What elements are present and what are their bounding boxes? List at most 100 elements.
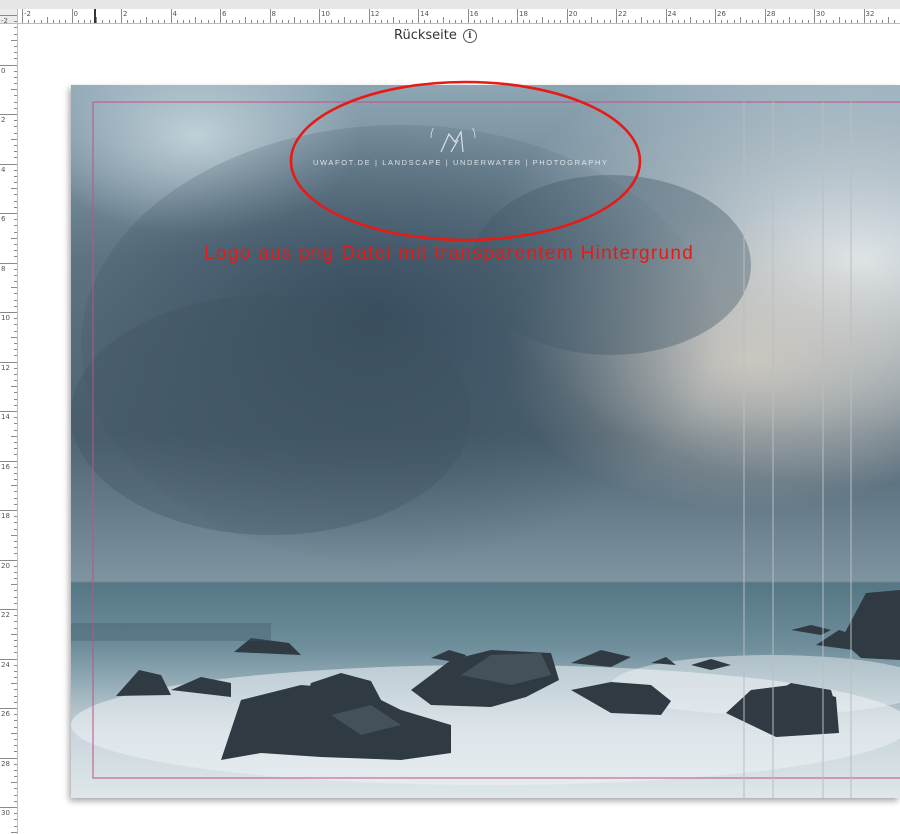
- page-title-label: Rückseite: [394, 28, 457, 43]
- ruler-minor-tick: [14, 689, 17, 691]
- ruler-number: 16: [469, 10, 479, 18]
- ruler-minor-tick: [498, 20, 500, 23]
- ruler-major-tick: [0, 114, 17, 115]
- ruler-number: 8: [271, 10, 276, 18]
- ruler-minor-tick: [857, 20, 859, 23]
- ruler-minor-tick: [14, 751, 17, 753]
- ruler-minor-tick: [281, 20, 283, 23]
- ruler-minor-tick: [603, 20, 605, 23]
- ruler-minor-tick: [640, 17, 642, 23]
- ruler-minor-tick: [14, 528, 17, 530]
- ruler-number: 12: [1, 363, 10, 372]
- ruler-minor-tick: [65, 20, 67, 23]
- ruler-minor-tick: [14, 107, 17, 109]
- ruler-minor-tick: [442, 17, 444, 23]
- ruler-minor-tick: [479, 20, 481, 23]
- ruler-minor-tick: [795, 20, 797, 23]
- ruler-minor-tick: [14, 627, 17, 629]
- ruler-minor-tick: [114, 20, 116, 23]
- ruler-minor-tick: [801, 20, 803, 23]
- ruler-minor-tick: [14, 522, 17, 524]
- ruler-minor-tick: [14, 547, 17, 549]
- ruler-minor-tick: [11, 782, 17, 784]
- ruler-minor-tick: [14, 305, 17, 307]
- ruler-minor-tick: [14, 726, 17, 728]
- ruler-major-tick: [764, 9, 766, 23]
- ruler-number: 24: [667, 10, 677, 18]
- ruler-minor-tick: [560, 20, 562, 23]
- ruler-minor-tick: [14, 219, 17, 221]
- ruler-number: 14: [1, 413, 10, 421]
- ruler-minor-tick: [554, 20, 556, 23]
- ruler-minor-tick: [77, 20, 79, 23]
- ruler-minor-tick: [628, 20, 630, 23]
- ruler-minor-tick: [331, 20, 333, 23]
- ruler-minor-tick: [393, 17, 395, 23]
- ruler-minor-tick: [634, 20, 636, 23]
- ruler-number: 30: [816, 10, 825, 18]
- ruler-minor-tick: [14, 318, 17, 320]
- ruler-minor-tick: [14, 701, 17, 703]
- ruler-minor-tick: [164, 20, 166, 23]
- ruler-major-tick: [0, 559, 17, 561]
- ruler-number: 20: [1, 561, 10, 570]
- ruler-minor-tick: [226, 20, 228, 23]
- ruler-minor-tick: [34, 20, 36, 23]
- ruler-minor-tick: [14, 503, 17, 505]
- ruler-minor-tick: [745, 20, 747, 23]
- ruler-minor-tick: [14, 380, 17, 382]
- ruler-minor-tick: [108, 20, 110, 23]
- ruler-major-tick: [715, 9, 716, 23]
- ruler-major-tick: [220, 9, 221, 23]
- ruler-minor-tick: [28, 20, 30, 23]
- ruler-major-tick: [0, 262, 17, 264]
- ruler-major-tick: [121, 9, 122, 23]
- ruler-minor-tick: [349, 20, 351, 23]
- ruler-minor-tick: [776, 20, 778, 23]
- ruler-number: 14: [420, 10, 429, 18]
- ruler-minor-tick: [733, 20, 735, 23]
- ruler-minor-tick: [14, 175, 17, 177]
- ruler-minor-tick: [14, 602, 17, 604]
- ruler-major-tick: [0, 15, 17, 16]
- ruler-minor-tick: [14, 70, 17, 72]
- ruler-minor-tick: [622, 20, 624, 23]
- ruler-major-tick: [0, 163, 17, 165]
- ruler-major-tick: [566, 9, 568, 23]
- ruler-minor-tick: [739, 17, 741, 23]
- ruler-major-tick: [0, 411, 17, 412]
- ruler-number: 4: [1, 165, 6, 174]
- ruler-minor-tick: [14, 800, 17, 802]
- ruler-major-tick: [0, 213, 17, 214]
- ruler-minor-tick: [14, 293, 17, 295]
- ruler-minor-tick: [207, 20, 209, 23]
- ruler-major-tick: [863, 9, 865, 23]
- ruler-minor-tick: [14, 392, 17, 394]
- ruler-minor-tick: [102, 20, 104, 23]
- ruler-minor-tick: [473, 20, 475, 23]
- ruler-major-tick: [269, 9, 271, 23]
- ruler-minor-tick: [337, 20, 339, 23]
- ruler-minor-tick: [405, 20, 407, 23]
- ruler-minor-tick: [139, 20, 141, 23]
- ruler-minor-tick: [14, 250, 17, 252]
- ruler-major-tick: [0, 361, 17, 363]
- ruler-minor-tick: [90, 20, 92, 23]
- ruler-minor-tick: [14, 788, 17, 790]
- ruler-minor-tick: [14, 243, 17, 245]
- ruler-minor-tick: [52, 20, 54, 23]
- ruler-minor-tick: [14, 776, 17, 778]
- vertical-ruler[interactable]: -2 0 2 4 6 8 10 12 14 16 18 20 22 24 26 28 30: [0, 15, 18, 834]
- ruler-number: 26: [1, 710, 10, 718]
- horizontal-ruler[interactable]: -2 0 2 4 6 8 10 12 14 16 18 20 22 24 26 28 30 32: [0, 9, 900, 24]
- ruler-minor-tick: [263, 20, 265, 23]
- ruler-minor-tick: [189, 20, 191, 23]
- ruler-minor-tick: [356, 20, 358, 23]
- ruler-minor-tick: [882, 20, 884, 23]
- ruler-minor-tick: [671, 20, 673, 23]
- ruler-minor-tick: [14, 256, 17, 258]
- ruler-minor-tick: [14, 596, 17, 598]
- ruler-number: 28: [766, 10, 776, 18]
- ruler-minor-tick: [380, 20, 382, 23]
- info-icon[interactable]: i: [462, 28, 477, 43]
